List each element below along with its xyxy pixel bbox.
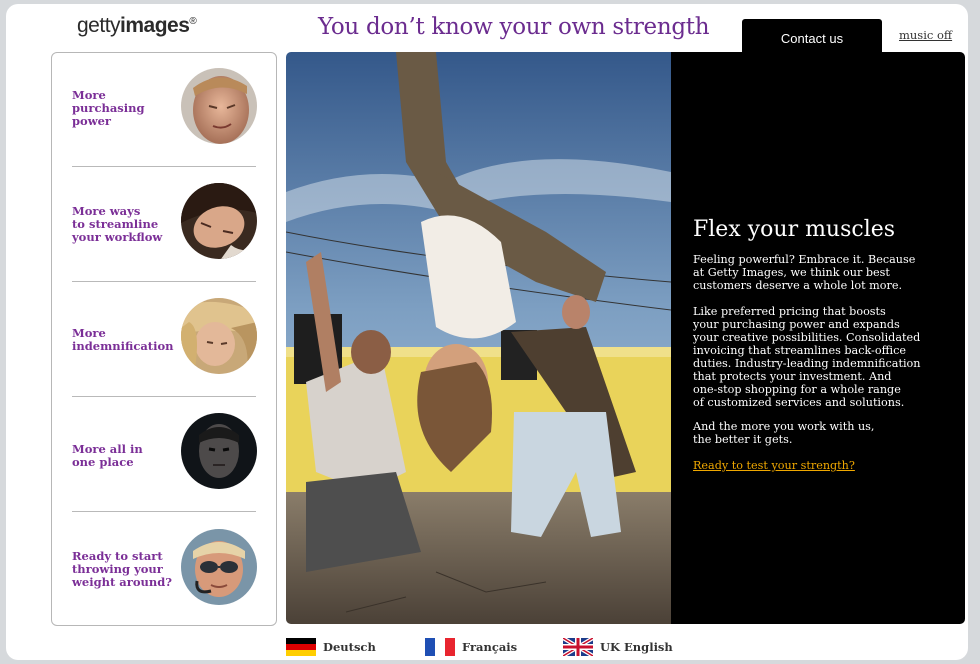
sidebar-divider bbox=[72, 396, 256, 397]
sidebar-item-label: More purchasing power bbox=[72, 88, 145, 128]
man-dark-photo bbox=[181, 413, 257, 489]
language-label: Français bbox=[462, 640, 518, 654]
panel-benefits-text: Like preferred pricing that boosts your … bbox=[693, 305, 921, 409]
music-off-link[interactable]: music off bbox=[899, 28, 952, 42]
panel-closing-text: And the more you work with us, the bette… bbox=[693, 420, 875, 446]
page-headline: You don’t know your own strength bbox=[318, 14, 710, 40]
info-panel: Flex your muscles Feeling powerful? Embr… bbox=[671, 52, 965, 624]
french-flag-icon bbox=[425, 638, 455, 656]
girl-blonde-photo bbox=[181, 298, 257, 374]
uk-flag-icon bbox=[563, 638, 593, 656]
sidebar-item-purchasing-power[interactable]: More purchasing power bbox=[52, 53, 276, 167]
sidebar-item-label: More indemnification bbox=[72, 326, 174, 353]
sidebar-item-indemnification[interactable]: More indemnification bbox=[52, 283, 276, 397]
logo-light-text: getty bbox=[77, 14, 121, 37]
breakdancers-photo bbox=[286, 52, 671, 624]
boy-squinting-photo bbox=[181, 68, 257, 144]
sidebar-item-streamline-workflow[interactable]: More ways to streamline your workflow bbox=[52, 168, 276, 282]
logo-bold-text: images bbox=[120, 14, 190, 37]
sidebar-divider bbox=[72, 166, 256, 167]
sidebar-item-throw-weight[interactable]: Ready to start throwing your weight arou… bbox=[52, 513, 276, 627]
sidebar-item-label: More ways to streamline your workflow bbox=[72, 204, 163, 244]
sidebar-item-label: More all in one place bbox=[72, 442, 143, 469]
german-flag-icon bbox=[286, 638, 316, 656]
woman-upside-down-photo bbox=[181, 183, 257, 259]
gettyimages-logo[interactable]: gettyimages® bbox=[77, 14, 197, 38]
panel-title: Flex your muscles bbox=[693, 217, 896, 242]
logo-registered-mark: ® bbox=[189, 16, 197, 27]
panel-intro-text: Feeling powerful? Embrace it. Because at… bbox=[693, 253, 916, 292]
language-label: UK English bbox=[600, 640, 673, 654]
sidebar: More purchasing power More ways to strea… bbox=[51, 52, 277, 626]
sidebar-divider bbox=[72, 281, 256, 282]
sidebar-divider bbox=[72, 511, 256, 512]
sidebar-item-all-in-one-place[interactable]: More all in one place bbox=[52, 398, 276, 512]
sidebar-item-label: Ready to start throwing your weight arou… bbox=[72, 549, 172, 589]
test-strength-link[interactable]: Ready to test your strength? bbox=[693, 459, 855, 472]
contact-us-button[interactable]: Contact us bbox=[742, 19, 882, 53]
language-label: Deutsch bbox=[323, 640, 376, 654]
pilot-sunglasses-photo bbox=[181, 529, 257, 605]
